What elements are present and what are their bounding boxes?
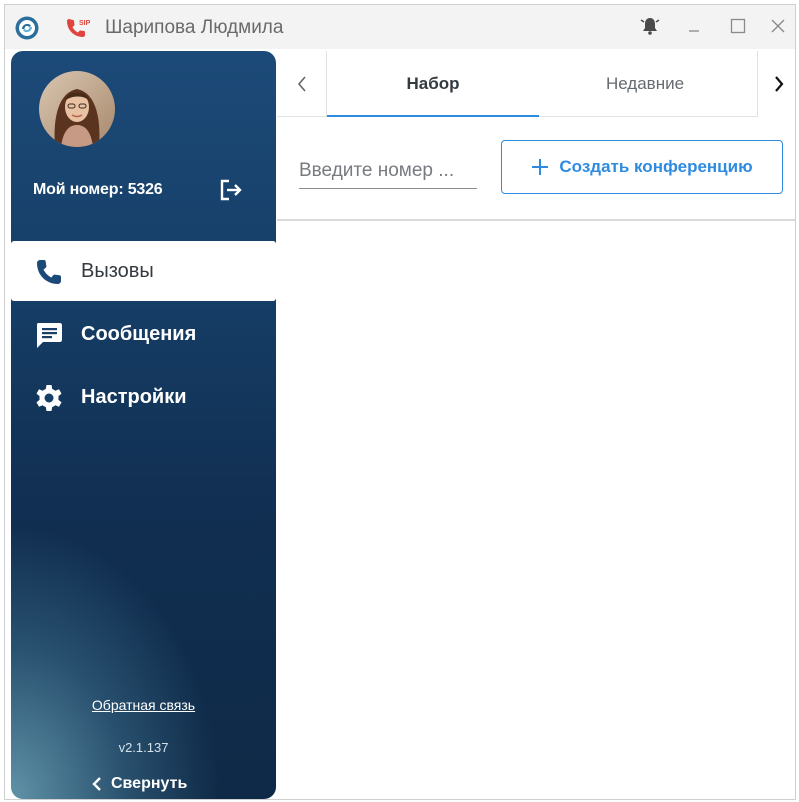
tab-scroll-right-button[interactable] — [757, 51, 795, 117]
avatar-image — [39, 71, 115, 147]
maximize-icon[interactable] — [727, 15, 749, 37]
chevron-left-icon — [297, 76, 306, 92]
dial-content-area — [277, 221, 795, 799]
sidebar-item-label: Сообщения — [81, 323, 197, 345]
create-conference-button[interactable]: Создать конференцию — [501, 140, 783, 194]
sidebar-item-messages[interactable]: Сообщения — [11, 304, 276, 364]
my-number-label: Мой номер: 5326 — [33, 181, 163, 198]
dial-toolbar: Создать конференцию — [277, 117, 795, 221]
version-label: v2.1.137 — [118, 740, 169, 755]
bell-icon[interactable] — [639, 15, 661, 37]
sidebar-item-label: Настройки — [81, 386, 187, 408]
chevron-right-icon — [775, 76, 784, 92]
logout-icon[interactable] — [217, 176, 245, 204]
sip-phone-icon: SIP — [67, 19, 91, 37]
tab-label: Недавние — [605, 74, 685, 93]
app-window: SIP Шарипова Людмила Мой номер: 5326 Выз… — [4, 4, 796, 800]
window-title: Шарипова Людмила — [105, 17, 284, 38]
svg-text:SIP: SIP — [79, 20, 91, 27]
minimize-icon[interactable] — [683, 15, 705, 37]
gear-icon — [36, 385, 62, 411]
sidebar-item-label: Вызовы — [81, 260, 154, 282]
avatar[interactable] — [39, 71, 115, 147]
sidebar-item-settings[interactable]: Настройки — [11, 367, 276, 427]
tab-dial[interactable]: Набор — [327, 51, 539, 118]
title-bar: SIP Шарипова Людмила — [5, 5, 795, 49]
phone-icon — [37, 260, 61, 284]
create-conference-label: Создать конференцию — [559, 157, 753, 176]
sidebar-item-calls[interactable]: Вызовы — [11, 241, 276, 301]
message-icon — [37, 323, 62, 348]
collapse-label: Свернуть — [111, 775, 188, 792]
phone-number-input[interactable] — [299, 147, 477, 189]
app-logo-icon — [15, 16, 39, 40]
tab-label: Набор — [406, 74, 460, 93]
tab-recent[interactable]: Недавние — [539, 51, 751, 117]
tab-scroll-left-button[interactable] — [277, 51, 327, 117]
tab-bar: Набор Недавние — [277, 51, 795, 118]
feedback-link[interactable]: Обратная связь — [11, 697, 276, 713]
collapse-button[interactable]: Свернуть — [91, 775, 187, 793]
close-icon[interactable] — [767, 15, 789, 37]
sidebar: Мой номер: 5326 Вызовы Сообщения Настрой… — [11, 51, 276, 799]
chevron-left-icon — [92, 777, 101, 791]
plus-icon — [532, 159, 549, 175]
